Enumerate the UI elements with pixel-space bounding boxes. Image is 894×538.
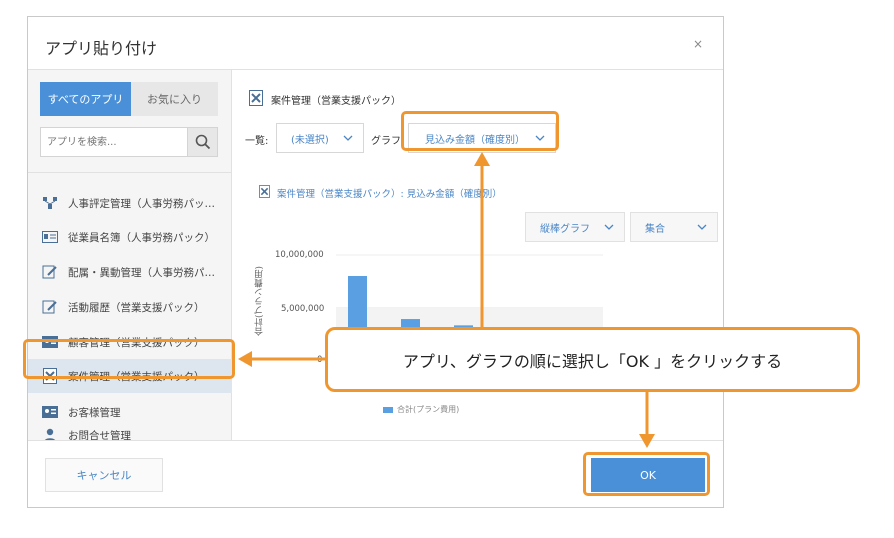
tab-favorites[interactable]: お気に入り bbox=[131, 82, 218, 116]
sidebar-item-anken-kanri[interactable]: 案件管理（営業支援パック） bbox=[28, 359, 232, 393]
sidebar-item-label: 人事評定管理（人事労務パッ… bbox=[68, 197, 215, 210]
search-icon bbox=[195, 134, 210, 150]
tab-all-apps[interactable]: すべてのアプリ bbox=[40, 82, 131, 116]
person-icon bbox=[42, 428, 58, 440]
org-chart-icon bbox=[42, 196, 58, 210]
sidebar-item-okyakusama-kanri[interactable]: お客様管理 bbox=[28, 395, 232, 429]
id-card-icon bbox=[42, 230, 58, 244]
contact-card-icon bbox=[42, 405, 58, 419]
instruction-callout: アプリ、グラフの順に選択し「OK 」をクリックする bbox=[325, 327, 860, 392]
sidebar-item-jugyoin-meibo[interactable]: 従業員名簿（人事労務パック） bbox=[28, 220, 232, 254]
sidebar-item-label: 配属・異動管理（人事労務パ… bbox=[68, 266, 215, 279]
sidebar-item-label: 顧客管理（営業支援パック） bbox=[68, 336, 205, 349]
cancel-button[interactable]: キャンセル bbox=[45, 458, 163, 492]
sidebar-item-label: 従業員名簿（人事労務パック） bbox=[68, 231, 215, 244]
divider bbox=[28, 172, 231, 173]
sidebar-item-label: お客様管理 bbox=[68, 406, 121, 419]
divider bbox=[28, 440, 723, 441]
sidebar-item-katsudo-rireki[interactable]: 活動履歴（営業支援パック） bbox=[28, 290, 232, 324]
app-paste-dialog: アプリ貼り付け × すべてのアプリ お気に入り 人事評定管理（人事労務パッ… 従… bbox=[27, 16, 724, 508]
sidebar-item-label: 活動履歴（営業支援パック） bbox=[68, 301, 205, 314]
search-box bbox=[40, 127, 218, 157]
search-input[interactable] bbox=[41, 128, 187, 156]
sidebar-item-otoiawase-kanri[interactable]: お問合せ管理 bbox=[28, 428, 232, 440]
sidebar-item-kokyaku-kanri[interactable]: 顧客管理（営業支援パック） bbox=[28, 325, 232, 359]
sidebar-item-label: お問合せ管理 bbox=[68, 430, 131, 440]
chart-legend: 合計(プラン費用) bbox=[383, 404, 459, 415]
edit-document-icon bbox=[42, 300, 58, 314]
app-sidebar: すべてのアプリ お気に入り 人事評定管理（人事労務パッ… 従業員名簿（人事労務パ… bbox=[28, 70, 232, 440]
close-icon[interactable]: × bbox=[693, 37, 703, 51]
sidebar-item-haizoku-ido[interactable]: 配属・異動管理（人事労務パ… bbox=[28, 255, 232, 289]
sidebar-item-jinji-hyotei[interactable]: 人事評定管理（人事労務パッ… bbox=[28, 186, 232, 220]
dialog-title: アプリ貼り付け bbox=[45, 39, 158, 58]
edit-document-icon bbox=[42, 265, 58, 279]
legend-label: 合計(プラン費用) bbox=[397, 405, 460, 414]
search-button[interactable] bbox=[187, 128, 217, 156]
spreadsheet-icon bbox=[42, 368, 58, 384]
sidebar-item-label: 案件管理（営業支援パック） bbox=[68, 370, 205, 383]
legend-swatch bbox=[383, 406, 393, 413]
contact-card-icon bbox=[42, 335, 58, 349]
ok-button[interactable]: OK bbox=[591, 458, 705, 492]
